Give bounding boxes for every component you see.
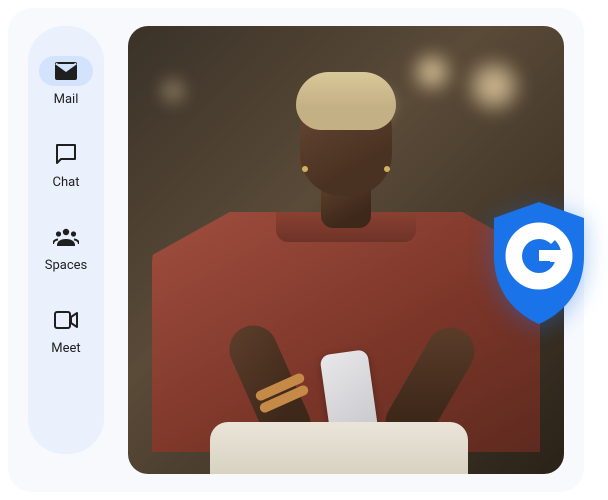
sidebar-item-chat[interactable]: Chat [39,139,93,190]
sidebar-item-label: Meet [51,341,80,356]
spaces-icon [53,227,79,247]
sidebar-item-label: Mail [54,92,79,107]
app-sidebar: Mail Chat Spaces [28,26,104,454]
chat-icon [55,143,77,165]
mail-icon [55,62,77,80]
google-security-shield-icon [484,198,594,328]
sidebar-item-label: Chat [53,175,80,190]
sidebar-item-label: Spaces [45,258,88,273]
chat-icon-wrap [39,139,93,169]
meet-icon [54,311,78,329]
sidebar-item-spaces[interactable]: Spaces [39,222,93,273]
spaces-icon-wrap [39,222,93,252]
meet-icon-wrap [39,305,93,335]
app-card: Mail Chat Spaces [8,8,584,492]
mail-icon-pill [39,56,93,86]
sidebar-item-meet[interactable]: Meet [39,305,93,356]
sidebar-item-mail[interactable]: Mail [39,56,93,107]
